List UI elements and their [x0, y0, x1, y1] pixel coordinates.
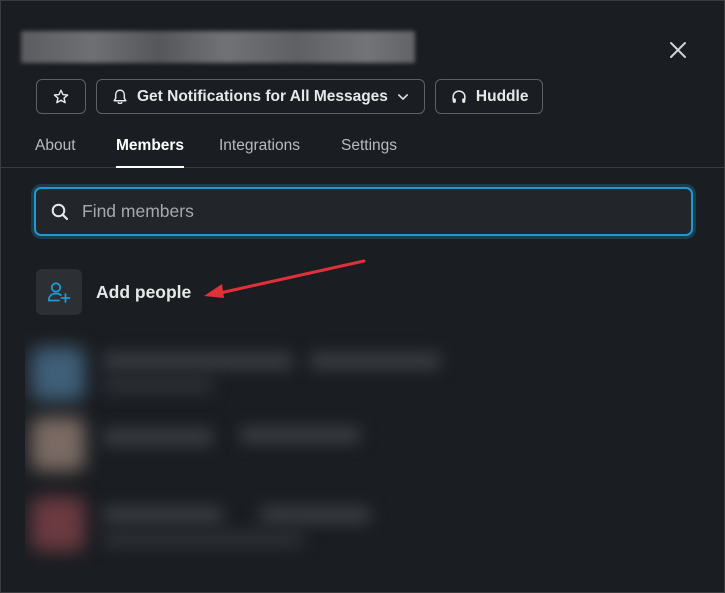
list-item [25, 407, 465, 477]
avatar [31, 417, 85, 471]
channel-action-row: Get Notifications for All Messages Huddl… [36, 79, 544, 114]
list-item [25, 337, 465, 407]
add-user-icon [47, 282, 71, 303]
find-members-search [34, 187, 693, 236]
add-people-button[interactable]: Add people [36, 269, 191, 315]
tab-members[interactable]: Members [116, 137, 185, 168]
add-people-icon-box [36, 269, 82, 315]
star-icon [53, 89, 69, 103]
channel-details-modal: Get Notifications for All Messages Huddl… [0, 0, 725, 593]
huddle-button[interactable]: Huddle [434, 79, 544, 114]
annotation-arrow [204, 259, 366, 298]
star-channel-button[interactable] [36, 79, 86, 114]
tab-about[interactable]: About [35, 137, 76, 168]
search-icon [51, 203, 69, 220]
close-icon [670, 42, 686, 58]
tab-settings[interactable]: Settings [341, 137, 397, 168]
bell-icon [113, 89, 127, 104]
add-people-label: Add people [96, 281, 192, 302]
member-list-redacted [25, 327, 465, 567]
list-item [25, 487, 465, 557]
avatar [31, 497, 85, 551]
channel-title-redacted [21, 31, 415, 63]
avatar [31, 347, 85, 401]
tab-bar: About Members Integrations Settings [1, 127, 724, 168]
huddle-label: Huddle [475, 87, 529, 105]
notifications-label: Get Notifications for All Messages [137, 87, 388, 105]
tab-integrations[interactable]: Integrations [219, 137, 300, 168]
find-members-input[interactable] [82, 201, 662, 222]
close-button[interactable] [661, 33, 695, 67]
chevron-down-icon [397, 93, 408, 100]
headphones-icon [452, 89, 466, 103]
notifications-dropdown-button[interactable]: Get Notifications for All Messages [96, 79, 425, 114]
